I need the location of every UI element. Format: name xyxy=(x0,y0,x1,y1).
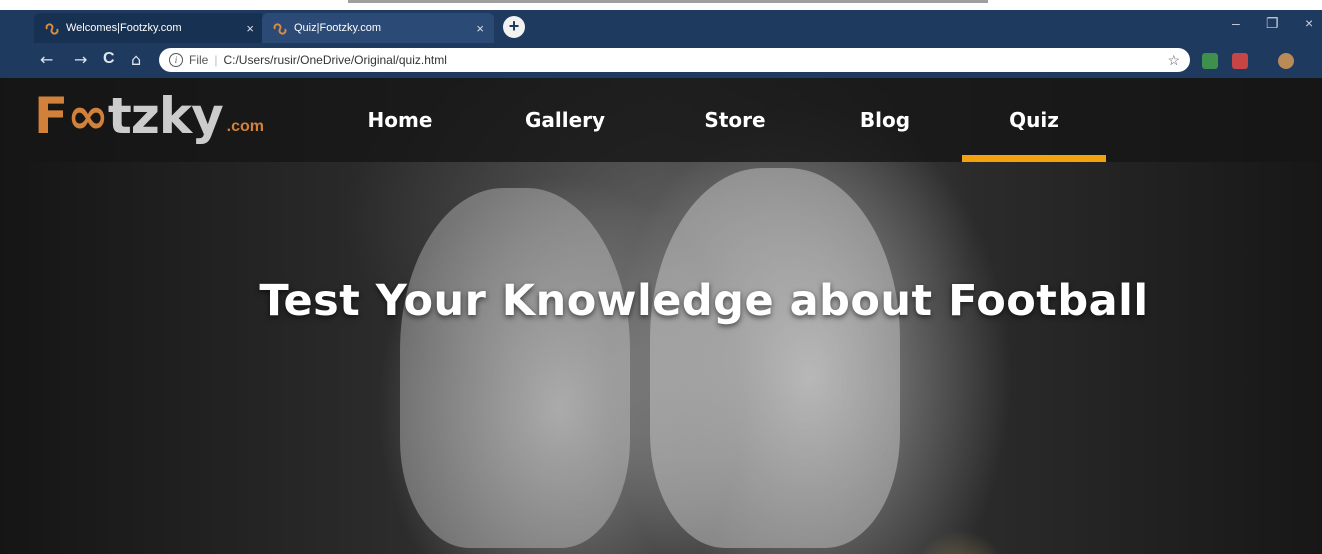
browser-tab-strip: Welcomes|Footzky.com × Quiz|Footzky.com … xyxy=(0,10,1322,43)
footzky-logo[interactable]: F ∞ tzky .com xyxy=(34,82,264,146)
tab-quiz[interactable]: Quiz|Footzky.com × xyxy=(262,13,494,43)
profile-avatar-icon[interactable] xyxy=(1278,53,1294,69)
hero-title: Test Your Knowledge about Football xyxy=(259,276,1149,326)
logo-infinity-icon: ∞ xyxy=(67,87,109,145)
nav-gallery[interactable]: Gallery xyxy=(515,78,615,162)
footzky-favicon-icon xyxy=(273,23,287,35)
address-bar[interactable]: i File | C:/Users/rusir/OneDrive/Origina… xyxy=(159,48,1190,72)
tab-close-icon[interactable]: × xyxy=(246,21,254,36)
browser-toolbar: ← → C ⌂ i File | C:/Users/rusir/OneDrive… xyxy=(0,43,1322,78)
site-header: F ∞ tzky .com Home Gallery Store Blog Qu… xyxy=(0,78,1322,162)
back-arrow-icon[interactable]: ← xyxy=(40,50,53,69)
tab-title: Quiz|Footzky.com xyxy=(294,22,382,34)
url-text[interactable]: C:/Users/rusir/OneDrive/Original/quiz.ht… xyxy=(223,53,446,67)
drive-extension-icon[interactable] xyxy=(1202,53,1218,69)
url-scheme: File xyxy=(189,53,209,67)
new-tab-button[interactable]: + xyxy=(503,16,525,38)
footzky-favicon-icon xyxy=(45,23,59,35)
nav-home[interactable]: Home xyxy=(360,78,440,162)
tab-close-icon[interactable]: × xyxy=(476,21,484,36)
url-separator: | xyxy=(214,53,218,67)
tab-title: Welcomes|Footzky.com xyxy=(66,22,182,34)
forward-arrow-icon[interactable]: → xyxy=(74,50,87,69)
restore-icon[interactable]: ❐ xyxy=(1266,15,1279,32)
logo-text: tzky xyxy=(107,87,224,145)
top-decoration-line xyxy=(348,0,988,3)
minimize-icon[interactable]: – xyxy=(1232,15,1240,31)
quiz-page: F ∞ tzky .com Home Gallery Store Blog Qu… xyxy=(0,78,1322,554)
hero-background-image xyxy=(400,188,630,548)
nav-blog[interactable]: Blog xyxy=(845,78,925,162)
nav-store[interactable]: Store xyxy=(690,78,780,162)
logo-domain: .com xyxy=(226,118,265,135)
tab-welcomes[interactable]: Welcomes|Footzky.com × xyxy=(34,13,264,43)
nav-quiz[interactable]: Quiz xyxy=(962,78,1106,162)
home-icon[interactable]: ⌂ xyxy=(131,50,141,69)
hero-background-image xyxy=(650,168,900,548)
bookmark-star-icon[interactable]: ☆ xyxy=(1167,52,1180,69)
pdf-extension-icon[interactable] xyxy=(1232,53,1248,69)
info-icon[interactable]: i xyxy=(169,53,183,67)
reload-icon[interactable]: C xyxy=(103,50,115,68)
window-close-icon[interactable]: × xyxy=(1305,15,1313,31)
logo-letter-f: F xyxy=(34,87,68,145)
